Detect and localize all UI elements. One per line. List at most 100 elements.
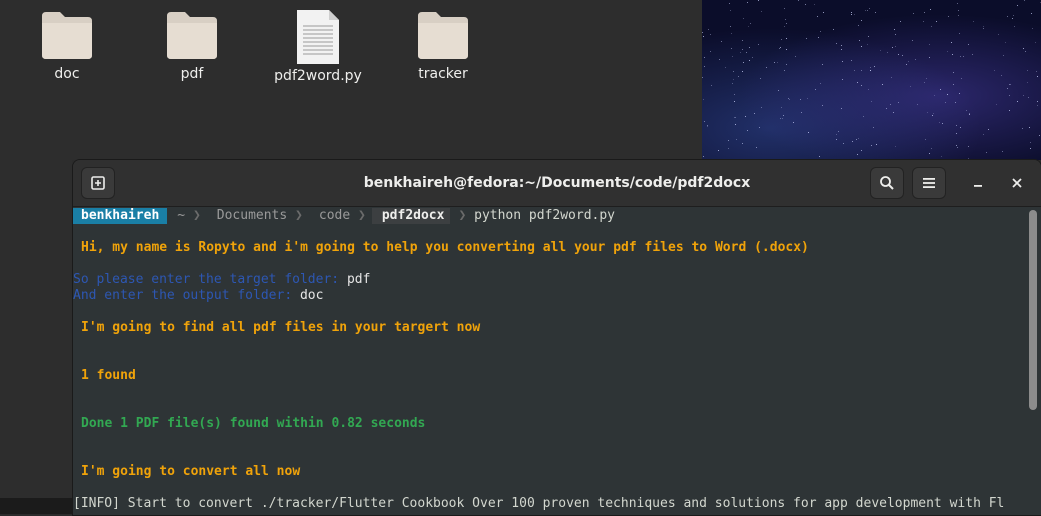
found-line: 1 found xyxy=(81,368,136,383)
wallpaper-star xyxy=(703,99,704,100)
wallpaper-star xyxy=(1030,142,1031,143)
wallpaper-star xyxy=(838,131,839,132)
wallpaper-star xyxy=(761,11,762,12)
minimize-icon xyxy=(974,185,982,187)
wallpaper-star xyxy=(743,18,744,19)
wallpaper-star xyxy=(996,104,997,105)
wallpaper-star xyxy=(752,57,753,58)
wallpaper-star xyxy=(857,154,858,155)
wallpaper-star xyxy=(805,4,806,5)
wallpaper-star xyxy=(939,122,940,123)
wallpaper-star xyxy=(958,10,959,11)
wallpaper-star xyxy=(953,84,954,85)
wallpaper-star xyxy=(1017,5,1018,6)
wallpaper-star xyxy=(733,79,734,80)
wallpaper-star xyxy=(870,70,871,71)
folder-pdf[interactable]: pdf xyxy=(137,8,247,82)
wallpaper-star xyxy=(1014,26,1015,27)
wallpaper-star xyxy=(875,12,876,13)
wallpaper-star xyxy=(841,108,842,109)
wallpaper-star xyxy=(1035,42,1036,43)
wallpaper-star xyxy=(1002,151,1003,152)
wallpaper-star xyxy=(735,117,736,118)
wallpaper-star xyxy=(708,29,709,30)
terminal-output[interactable]: benkhaireh ~ ❯ Documents ❯ code ❯ pdf2do… xyxy=(73,207,1027,515)
wallpaper-star xyxy=(969,114,970,115)
wallpaper-star xyxy=(923,21,924,22)
wallpaper-star xyxy=(843,143,844,144)
wallpaper-star xyxy=(833,29,834,30)
wallpaper-star xyxy=(865,10,866,11)
folder-doc[interactable]: doc xyxy=(12,8,122,82)
wallpaper-star xyxy=(731,48,732,49)
wallpaper-star xyxy=(958,15,959,16)
wallpaper-star xyxy=(702,32,703,33)
wallpaper-star xyxy=(740,52,741,53)
wallpaper-star xyxy=(852,141,853,142)
wallpaper-star xyxy=(926,78,927,79)
wallpaper-star xyxy=(859,40,860,41)
folder-icon xyxy=(42,12,92,59)
wallpaper-star xyxy=(789,99,790,100)
file-pdf2word[interactable]: pdf2word.py xyxy=(263,8,373,84)
wallpaper-star xyxy=(912,40,913,41)
wallpaper-star xyxy=(871,101,872,102)
close-icon xyxy=(1012,178,1022,188)
wallpaper-star xyxy=(1030,148,1031,149)
wallpaper-star xyxy=(851,12,852,13)
wallpaper-star xyxy=(900,21,901,22)
wallpaper-star xyxy=(836,139,837,140)
wallpaper-star xyxy=(988,129,989,130)
wallpaper-star xyxy=(931,26,932,27)
wallpaper-star xyxy=(800,99,801,100)
menu-button[interactable] xyxy=(912,167,946,199)
prompt-arrow-icon: ❯ xyxy=(458,208,467,223)
wallpaper-star xyxy=(1029,127,1030,128)
wallpaper-star xyxy=(925,139,926,140)
terminal-titlebar[interactable]: benkhaireh@fedora:~/Documents/code/pdf2d… xyxy=(73,160,1041,207)
wallpaper-star xyxy=(736,139,737,140)
wallpaper-star xyxy=(891,77,892,78)
wallpaper-star xyxy=(742,143,743,144)
wallpaper-star xyxy=(704,57,705,58)
wallpaper-star xyxy=(733,71,734,72)
desktop-wallpaper xyxy=(702,0,1041,160)
wallpaper-star xyxy=(960,127,961,128)
wallpaper-star xyxy=(719,59,720,60)
wallpaper-star xyxy=(730,10,731,11)
wallpaper-star xyxy=(857,82,858,83)
finding-line: I'm going to find all pdf files in your … xyxy=(81,320,481,335)
convert-line: I'm going to convert all now xyxy=(81,464,301,479)
wallpaper-star xyxy=(929,153,930,154)
wallpaper-star xyxy=(749,47,750,48)
wallpaper-star xyxy=(851,14,852,15)
wallpaper-star xyxy=(721,41,722,42)
wallpaper-star xyxy=(893,112,894,113)
wallpaper-star xyxy=(734,94,735,95)
wallpaper-star xyxy=(842,61,843,62)
wallpaper-star xyxy=(756,147,757,148)
prompt-user: benkhaireh xyxy=(73,208,168,224)
wallpaper-star xyxy=(842,79,843,80)
wallpaper-star xyxy=(1037,101,1038,102)
wallpaper-star xyxy=(983,28,984,29)
wallpaper-star xyxy=(1012,18,1013,19)
wallpaper-star xyxy=(754,113,755,114)
folder-tracker[interactable]: tracker xyxy=(388,8,498,82)
wallpaper-star xyxy=(758,44,759,45)
wallpaper-star xyxy=(784,26,785,27)
wallpaper-star xyxy=(1013,15,1014,16)
wallpaper-star xyxy=(933,113,934,114)
wallpaper-star xyxy=(806,38,807,39)
wallpaper-star xyxy=(856,139,857,140)
wallpaper-star xyxy=(929,57,930,58)
new-tab-button[interactable] xyxy=(81,167,115,199)
search-button[interactable] xyxy=(870,167,904,199)
minimize-button[interactable] xyxy=(961,167,995,199)
terminal-scrollbar[interactable] xyxy=(1029,210,1037,410)
close-button[interactable] xyxy=(1000,167,1034,199)
wallpaper-star xyxy=(948,16,949,17)
terminal-window[interactable]: benkhaireh@fedora:~/Documents/code/pdf2d… xyxy=(72,159,1041,516)
wallpaper-star xyxy=(758,0,759,1)
folder-icon xyxy=(167,12,217,59)
